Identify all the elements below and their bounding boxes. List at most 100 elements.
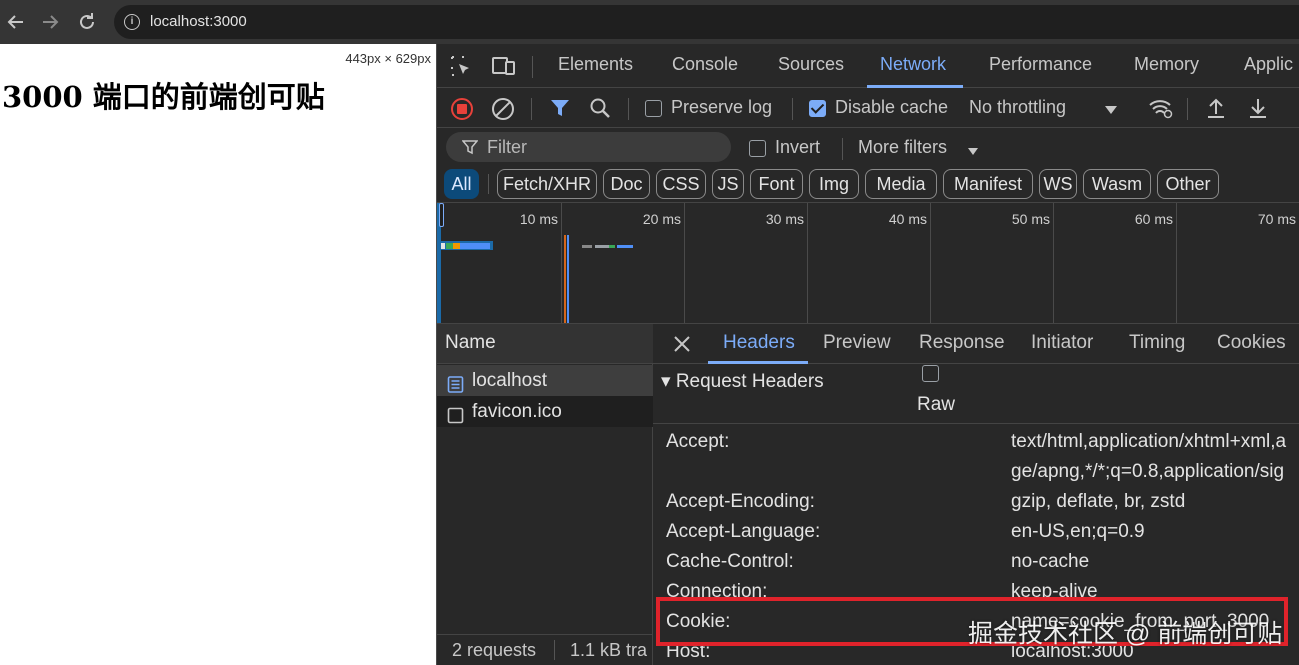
filter-placeholder: Filter xyxy=(487,137,527,157)
network-conditions-icon[interactable] xyxy=(1147,96,1175,125)
document-icon xyxy=(447,372,464,393)
type-filter-font[interactable]: Font xyxy=(750,169,803,199)
request-name: favicon.ico xyxy=(472,401,562,422)
request-row[interactable]: favicon.ico xyxy=(437,396,653,427)
raw-label: Raw xyxy=(917,394,956,415)
tab-initiator[interactable]: Initiator xyxy=(1031,332,1093,354)
disable-cache-checkbox[interactable] xyxy=(809,100,826,117)
invert-checkbox[interactable] xyxy=(749,140,766,157)
type-filter-fetch-xhr[interactable]: Fetch/XHR xyxy=(497,169,597,199)
devtools-tab-bar: Elements Console Sources Network Perform… xyxy=(437,44,1299,88)
type-filter-doc[interactable]: Doc xyxy=(603,169,650,199)
type-filter-img[interactable]: Img xyxy=(809,169,859,199)
throttling-select[interactable]: No throttling xyxy=(969,97,1066,118)
browser-toolbar: i localhost:3000 xyxy=(0,0,1299,44)
tab-preview[interactable]: Preview xyxy=(823,332,891,354)
type-filter-wasm[interactable]: Wasm xyxy=(1083,169,1151,199)
tab-performance[interactable]: Performance xyxy=(989,54,1092,75)
header-name: Accept: xyxy=(666,431,730,452)
request-name: localhost xyxy=(472,370,547,391)
resource-type-filters: All Fetch/XHR Doc CSS JS Font Img Media … xyxy=(437,166,1299,202)
type-filter-js[interactable]: JS xyxy=(712,169,744,199)
disable-cache-label: Disable cache xyxy=(835,97,949,117)
header-value: no-cache xyxy=(1011,551,1090,572)
record-stop-icon[interactable] xyxy=(450,97,474,126)
inspect-element-icon[interactable] xyxy=(449,54,473,83)
tab-sources[interactable]: Sources xyxy=(778,54,844,75)
network-overview-timeline[interactable]: 10 ms 20 ms 30 ms 40 ms 50 ms 60 ms 70 m… xyxy=(437,202,1299,324)
timeline-tick: 20 ms xyxy=(642,211,681,227)
request-row[interactable]: localhost xyxy=(437,365,653,396)
type-filter-media[interactable]: Media xyxy=(865,169,937,199)
watermark: 掘金技术社区 @ 前端创可贴 xyxy=(968,620,1283,648)
download-icon[interactable] xyxy=(1247,96,1269,125)
timeline-grip[interactable] xyxy=(439,203,444,227)
tab-cookies[interactable]: Cookies xyxy=(1217,332,1286,354)
request-list: Name localhost favicon.ico 2 requests 1.… xyxy=(437,324,653,665)
address-bar[interactable]: i localhost:3000 xyxy=(114,5,1299,39)
header-value: ge/apng,*/*;q=0.8,application/sig xyxy=(1011,461,1285,482)
type-filter-css[interactable]: CSS xyxy=(656,169,706,199)
active-tab-indicator xyxy=(708,361,808,364)
site-info-icon[interactable]: i xyxy=(124,14,140,30)
type-filter-other[interactable]: Other xyxy=(1157,169,1219,199)
reload-icon[interactable] xyxy=(75,10,99,34)
timeline-tick: 60 ms xyxy=(1134,211,1173,227)
type-filter-manifest[interactable]: Manifest xyxy=(943,169,1033,199)
timeline-tick: 30 ms xyxy=(765,211,804,227)
clear-icon[interactable] xyxy=(491,97,515,126)
back-arrow-icon[interactable] xyxy=(4,10,28,34)
page-viewport: 443px × 629px 3000 端口的前端创可贴 xyxy=(0,44,436,665)
url-text: localhost:3000 xyxy=(150,13,247,30)
request-headers-toggle[interactable]: ▾ Request Headers xyxy=(661,370,824,393)
network-toolbar: Preserve log Disable cache No throttling xyxy=(437,88,1299,128)
timeline-tick: 50 ms xyxy=(1011,211,1050,227)
timeline-tick: 40 ms xyxy=(888,211,927,227)
header-name: Accept-Language: xyxy=(666,521,821,542)
filter-funnel-icon xyxy=(461,139,479,160)
close-icon[interactable] xyxy=(673,335,691,358)
tab-timing[interactable]: Timing xyxy=(1129,332,1185,354)
search-icon[interactable] xyxy=(589,97,611,124)
type-filter-ws[interactable]: WS xyxy=(1039,169,1077,199)
tab-elements[interactable]: Elements xyxy=(558,54,633,75)
name-column-header[interactable]: Name xyxy=(437,324,653,364)
filter-funnel-icon[interactable] xyxy=(549,97,571,124)
timeline-tick: 10 ms xyxy=(519,211,558,227)
devtools-panel: Elements Console Sources Network Perform… xyxy=(436,44,1299,665)
raw-checkbox[interactable] xyxy=(922,365,939,382)
upload-icon[interactable] xyxy=(1205,96,1227,125)
detail-tab-bar: Headers Preview Response Initiator Timin… xyxy=(653,324,1299,364)
tab-headers[interactable]: Headers xyxy=(723,332,795,354)
name-column-label: Name xyxy=(445,332,496,353)
timeline-tick: 70 ms xyxy=(1257,211,1296,227)
invert-label: Invert xyxy=(775,137,821,157)
tab-memory[interactable]: Memory xyxy=(1134,54,1199,75)
preserve-log-label: Preserve log xyxy=(671,97,773,117)
waterfall-bar xyxy=(582,245,592,248)
filter-row: Filter Invert More filters xyxy=(437,128,1299,166)
network-summary: 2 requests 1.1 kB tra xyxy=(437,634,653,665)
tab-response[interactable]: Response xyxy=(919,332,1005,354)
preserve-log-checkbox[interactable] xyxy=(645,100,662,117)
header-name: Accept-Encoding: xyxy=(666,491,815,512)
page-heading: 3000 端口的前端创可贴 xyxy=(2,80,325,114)
header-value: en-US,en;q=0.9 xyxy=(1011,521,1145,542)
dropdown-triangle-icon[interactable] xyxy=(1104,102,1118,120)
header-name: Cache-Control: xyxy=(666,551,794,572)
more-filters-button[interactable]: More filters xyxy=(858,137,947,158)
file-icon xyxy=(447,403,464,424)
header-value: gzip, deflate, br, zstd xyxy=(1011,491,1186,512)
forward-arrow-icon[interactable] xyxy=(38,10,62,34)
type-filter-all[interactable]: All xyxy=(444,169,479,199)
device-toolbar-icon[interactable] xyxy=(491,54,517,83)
tab-application[interactable]: Applic xyxy=(1244,54,1293,75)
request-count: 2 requests xyxy=(452,640,537,660)
header-value: text/html,application/xhtml+xml,a xyxy=(1011,431,1287,452)
transferred-size: 1.1 kB tra xyxy=(570,640,648,660)
tab-network[interactable]: Network xyxy=(880,54,946,75)
tab-console[interactable]: Console xyxy=(672,54,738,75)
filter-input[interactable]: Filter xyxy=(446,132,731,162)
dropdown-triangle-icon[interactable] xyxy=(967,143,979,161)
viewport-dimensions: 443px × 629px xyxy=(345,51,431,66)
